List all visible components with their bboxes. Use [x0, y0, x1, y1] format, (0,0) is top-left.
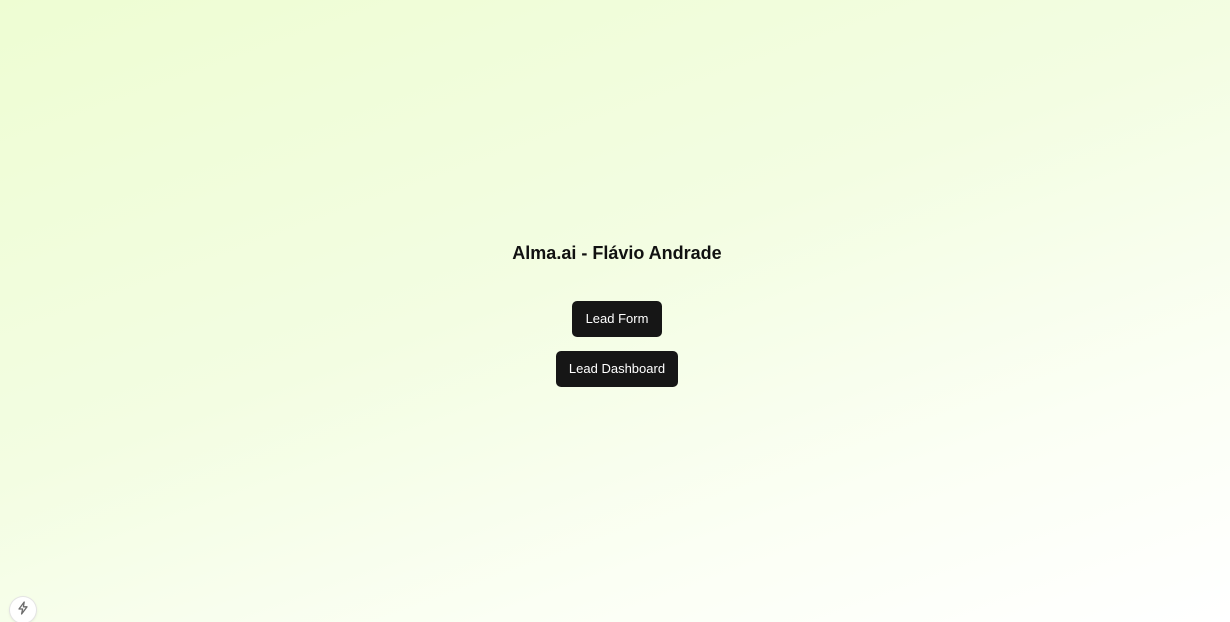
page-title: Alma.ai - Flávio Andrade — [512, 243, 722, 263]
lightning-bolt-icon — [16, 600, 30, 620]
lead-form-button[interactable]: Lead Form — [572, 301, 662, 337]
main-content: Alma.ai - Flávio Andrade Lead Form Lead … — [0, 0, 1230, 622]
dev-tools-button[interactable] — [10, 597, 36, 622]
lead-dashboard-button[interactable]: Lead Dashboard — [556, 351, 678, 387]
